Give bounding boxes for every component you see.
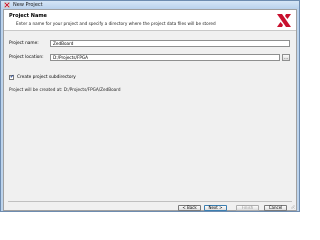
back-button[interactable]: < Back [178,205,201,211]
xilinx-logo-icon [277,14,291,27]
browse-button[interactable]: ... [282,54,290,61]
create-subdirectory-checkbox[interactable]: ✔ [9,75,14,80]
window-title: New Project [13,2,43,8]
page-description: Enter a name for your project and specif… [16,21,216,26]
project-name-field[interactable]: ZedBoard [50,40,290,47]
finish-button[interactable]: Finish [236,205,259,211]
cancel-button[interactable]: Cancel [264,205,287,211]
checkmark-icon: ✔ [10,74,15,80]
page-title: Project Name [9,13,47,19]
wizard-body: Project Name Enter a name for your proje… [3,9,297,211]
project-path-note: Project will be created at: D:/Projects/… [9,87,121,92]
new-project-window: New Project Project Name Enter a name fo… [0,0,300,212]
wizard-header: Project Name Enter a name for your proje… [4,10,296,31]
title-bar[interactable]: New Project [1,1,299,9]
next-button[interactable]: Next > [204,205,227,211]
project-location-field[interactable]: D:/Projects/FPGA [50,54,280,61]
project-name-label: Project name: [9,41,39,46]
create-subdirectory-label[interactable]: Create project subdirectory [17,75,76,80]
xilinx-ise-icon [4,2,10,8]
resize-grip-icon[interactable] [290,204,295,209]
project-location-label: Project location: [9,55,44,60]
footer-separator [8,201,292,202]
